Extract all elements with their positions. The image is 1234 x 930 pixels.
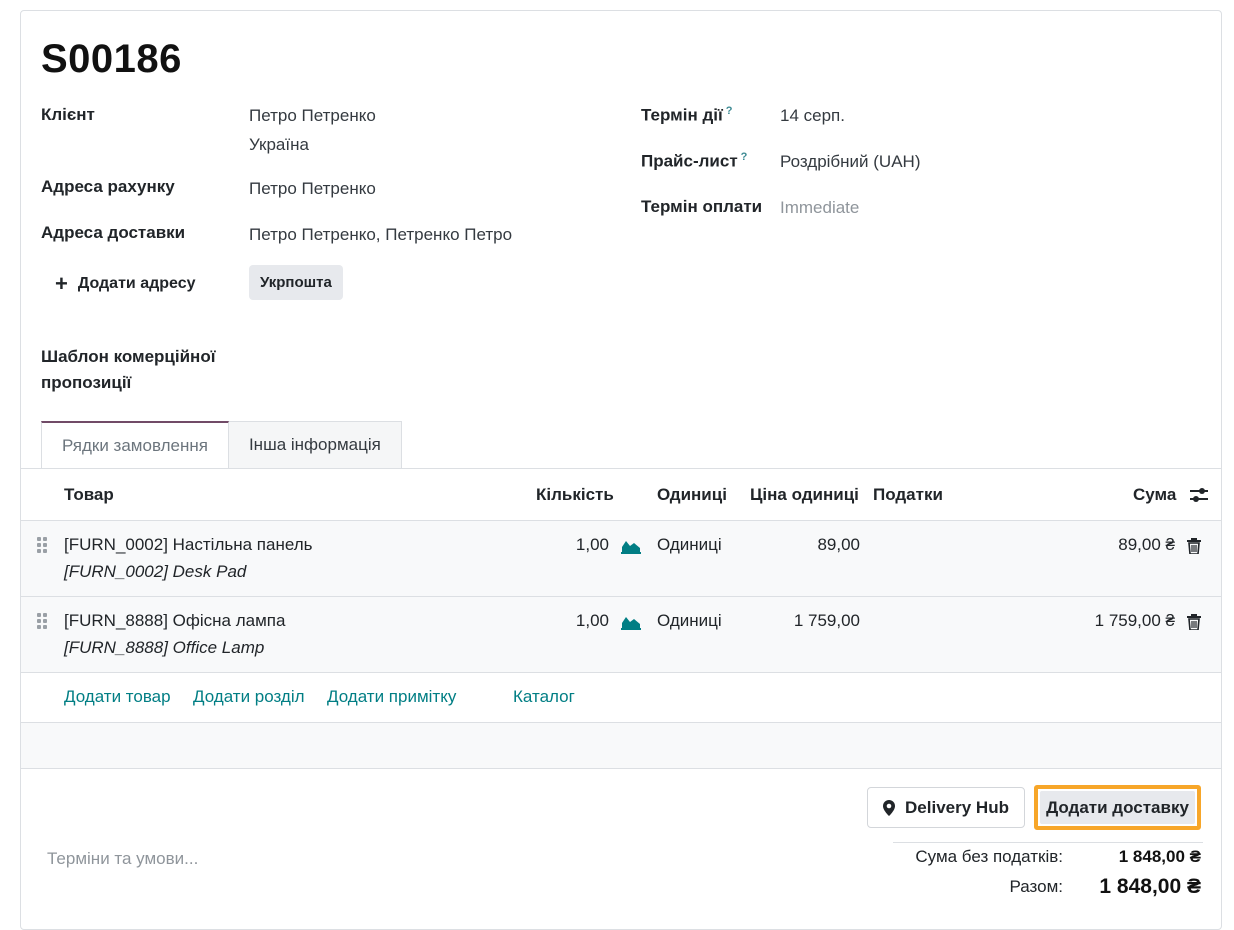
pricelist-label: Прайс-лист? [641, 151, 748, 171]
client-label: Клієнт [41, 105, 95, 124]
uom-value[interactable]: Одиниці [657, 535, 722, 555]
column-subtotal[interactable]: Сума [1133, 485, 1176, 505]
validity-date-field[interactable]: 14 серп. [780, 106, 845, 126]
forecast-chart-icon[interactable] [621, 614, 641, 630]
unit-price-value[interactable]: 89,00 [817, 535, 860, 555]
tab-other-info[interactable]: Інша інформація [228, 421, 402, 468]
untaxed-amount-label: Сума без податків: [915, 847, 1063, 866]
help-icon[interactable]: ? [726, 105, 733, 117]
add-delivery-button[interactable]: Додати доставку [1034, 785, 1201, 830]
uom-value[interactable]: Одиниці [657, 611, 722, 631]
product-description[interactable]: [FURN_0002] Desk Pad [64, 562, 246, 582]
delivery-address-label: Адреса доставки [41, 223, 186, 242]
notebook-tabs: Рядки замовлення Інша інформація [41, 421, 402, 468]
order-lines-header: Товар Кількість Одиниці Ціна одиниці Под… [21, 469, 1221, 521]
invoice-address-label: Адреса рахунку [41, 177, 175, 196]
drag-handle-icon[interactable] [37, 537, 49, 555]
table-row[interactable]: [FURN_8888] Офісна лампа [FURN_8888] Off… [21, 597, 1221, 673]
add-note-link[interactable]: Додати примітку [327, 687, 456, 707]
invoice-address-field[interactable]: Петро Петренко [249, 179, 376, 199]
client-name-field[interactable]: Петро Петренко [249, 106, 376, 126]
subtotal-value: 89,00 ₴ [1118, 535, 1175, 554]
column-taxes[interactable]: Податки [873, 485, 943, 505]
total-value: 1 848,00 ₴ [1099, 875, 1201, 898]
quantity-value[interactable]: 1,00 [576, 535, 609, 555]
column-uom[interactable]: Одиниці [657, 485, 727, 505]
payment-terms-label: Термін оплати [641, 197, 763, 216]
order-number-title: S00186 [41, 37, 182, 81]
subtotal-value: 1 759,00 ₴ [1094, 611, 1175, 630]
column-quantity[interactable]: Кількість [536, 485, 614, 505]
table-row[interactable]: [FURN_0002] Настільна панель [FURN_0002]… [21, 521, 1221, 597]
map-marker-icon [883, 799, 896, 816]
pricelist-field[interactable]: Роздрібний (UAH) [780, 152, 920, 172]
plus-icon: + [55, 271, 68, 296]
help-icon[interactable]: ? [741, 151, 748, 163]
drag-handle-icon[interactable] [37, 613, 49, 631]
sale-order-form: S00186 Клієнт Петро Петренко Україна Адр… [20, 10, 1222, 930]
add-product-link[interactable]: Додати товар [64, 687, 171, 707]
unit-price-value[interactable]: 1 759,00 [794, 611, 860, 631]
add-lines-bar: Додати товар Додати розділ Додати приміт… [21, 673, 1221, 723]
quote-template-field[interactable] [249, 347, 589, 375]
trash-icon[interactable] [1187, 614, 1201, 630]
add-section-link[interactable]: Додати розділ [193, 687, 305, 707]
empty-row-area [21, 723, 1221, 769]
column-unit-price[interactable]: Ціна одиниці [750, 485, 859, 505]
delivery-hub-button[interactable]: Delivery Hub [867, 787, 1025, 828]
tab-order-lines[interactable]: Рядки замовлення [41, 421, 229, 468]
add-address-button[interactable]: + Додати адресу [55, 273, 196, 295]
payment-terms-field[interactable]: Immediate [780, 198, 859, 218]
optional-columns-icon[interactable] [1189, 486, 1209, 504]
product-name[interactable]: [FURN_0002] Настільна панель [64, 535, 313, 555]
total-label: Разом: [1009, 877, 1063, 896]
untaxed-amount-value: 1 848,00 ₴ [1118, 847, 1201, 866]
totals-divider [893, 842, 1203, 843]
quantity-value[interactable]: 1,00 [576, 611, 609, 631]
delivery-address-field[interactable]: Петро Петренко, Петренко Петро [249, 225, 512, 245]
quote-template-label: Шаблон комерційної пропозиції [41, 347, 216, 392]
delivery-hub-label: Delivery Hub [905, 797, 1009, 817]
carrier-tag[interactable]: Укрпошта [249, 265, 343, 300]
column-product[interactable]: Товар [64, 485, 114, 505]
add-address-label: Додати адресу [77, 275, 196, 292]
add-delivery-label: Додати доставку [1040, 791, 1195, 824]
product-description[interactable]: [FURN_8888] Office Lamp [64, 638, 264, 658]
client-country: Україна [249, 135, 309, 154]
terms-and-conditions-field[interactable]: Терміни та умови... [47, 849, 198, 869]
validity-label: Термін дії? [641, 105, 733, 125]
product-name[interactable]: [FURN_8888] Офісна лампа [64, 611, 285, 631]
trash-icon[interactable] [1187, 538, 1201, 554]
catalog-link[interactable]: Каталог [513, 687, 575, 707]
forecast-chart-icon[interactable] [621, 538, 641, 554]
